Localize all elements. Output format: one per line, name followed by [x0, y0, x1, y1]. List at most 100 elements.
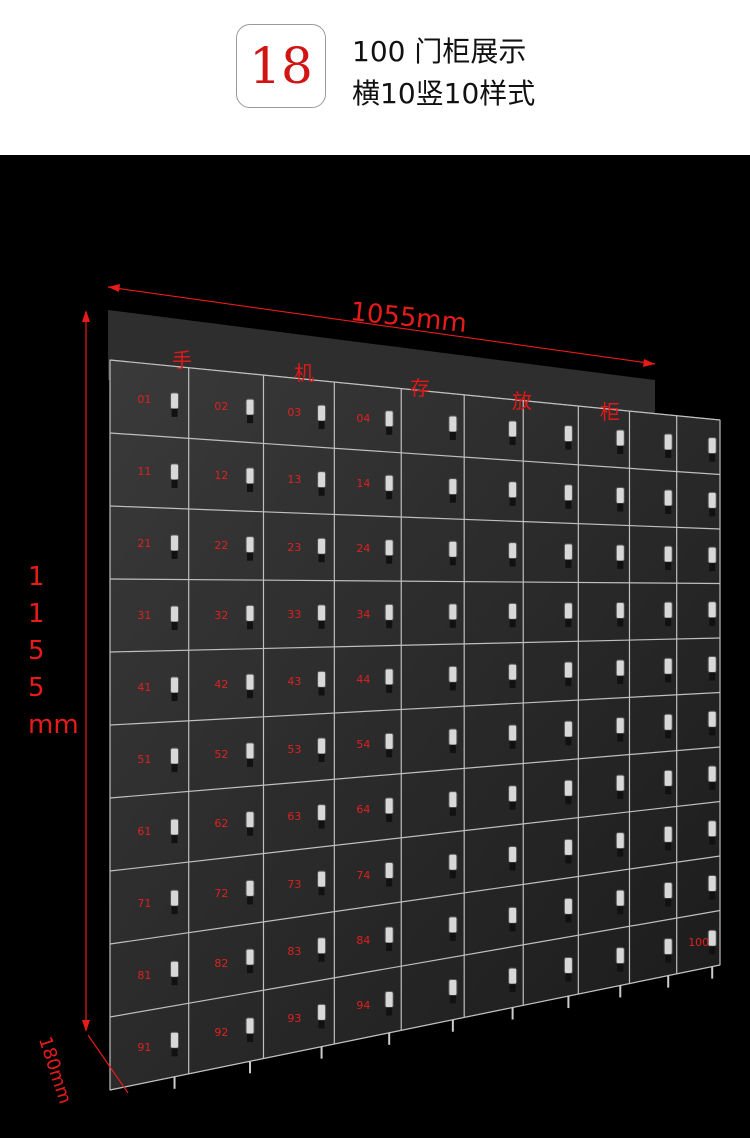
cell-number: 64: [356, 803, 371, 817]
lock-icon: [317, 471, 327, 489]
height-digit: 1: [28, 562, 45, 592]
lock-icon: [170, 818, 180, 836]
cell-number: 02: [214, 399, 229, 413]
key-icon: [386, 555, 393, 564]
cell-number: 52: [214, 747, 229, 761]
cell-number: 43: [287, 675, 302, 689]
lock-icon: [317, 1003, 327, 1021]
key-icon: [247, 690, 254, 699]
key-icon: [709, 891, 716, 900]
lock-icon: [384, 603, 394, 621]
lock-icon: [663, 657, 673, 675]
lock-icon: [170, 534, 180, 552]
key-icon: [709, 782, 716, 791]
key-icon: [565, 796, 572, 805]
key-icon: [449, 932, 456, 941]
cell-number: 23: [287, 540, 302, 554]
key-icon: [449, 807, 456, 816]
key-icon: [318, 687, 325, 696]
cell-number: 93: [287, 1012, 302, 1026]
lock-icon: [245, 398, 255, 416]
key-icon: [318, 953, 325, 962]
key-icon: [386, 813, 393, 822]
key-icon: [247, 896, 254, 905]
key-icon: [665, 618, 672, 627]
lock-icon: [663, 882, 673, 900]
key-icon: [318, 421, 325, 430]
lock-icon: [245, 673, 255, 691]
lock-icon: [707, 546, 717, 564]
lock-icon: [448, 853, 458, 871]
lock-icon: [384, 732, 394, 750]
key-icon: [617, 503, 624, 512]
key-icon: [449, 432, 456, 441]
key-icon: [247, 827, 254, 836]
lock-icon: [317, 537, 327, 555]
key-icon: [171, 621, 178, 630]
key-icon: [665, 730, 672, 739]
cell-number: 33: [287, 608, 302, 622]
key-icon: [565, 973, 572, 982]
lock-icon: [448, 916, 458, 934]
lock-icon: [245, 467, 255, 485]
key-icon: [617, 445, 624, 454]
locker-cabinet-illustration: [82, 284, 721, 1094]
cell-number: 22: [214, 539, 229, 553]
cell-number: 91: [137, 1040, 152, 1054]
lock-icon: [663, 601, 673, 619]
cell-number: 71: [137, 896, 152, 910]
key-icon: [386, 942, 393, 951]
key-icon: [386, 878, 393, 887]
lock-icon: [317, 404, 327, 422]
cell-number: 51: [137, 753, 152, 767]
key-icon: [509, 984, 516, 993]
lock-icon: [384, 926, 394, 944]
lock-icon: [707, 601, 717, 619]
lock-icon: [615, 717, 625, 735]
lock-icon: [448, 728, 458, 746]
lock-icon: [170, 392, 180, 410]
cell-number: 61: [137, 825, 152, 838]
cell-number: 72: [214, 886, 229, 900]
lock-icon: [508, 967, 518, 985]
lock-icon: [245, 604, 255, 622]
key-icon: [709, 727, 716, 736]
lock-icon: [707, 491, 717, 509]
key-icon: [565, 914, 572, 923]
cell-number: 01: [137, 393, 152, 407]
cell-number: 63: [287, 810, 302, 824]
key-icon: [665, 898, 672, 907]
key-icon: [665, 954, 672, 963]
key-icon: [709, 836, 716, 845]
lock-icon: [663, 769, 673, 787]
lock-icon: [563, 838, 573, 856]
key-icon: [509, 740, 516, 749]
lock-icon: [508, 785, 518, 803]
key-icon: [171, 408, 178, 417]
lock-icon: [663, 545, 673, 563]
lock-icon: [563, 897, 573, 915]
cell-number: 31: [137, 609, 152, 623]
cell-number: 53: [287, 742, 302, 756]
key-icon: [386, 1007, 393, 1016]
lock-icon: [615, 832, 625, 850]
height-arrow-bottom: [82, 1020, 90, 1032]
lock-icon: [384, 668, 394, 686]
lock-icon: [663, 433, 673, 451]
key-icon: [665, 506, 672, 515]
cell-number: 82: [214, 956, 229, 970]
key-icon: [386, 491, 393, 500]
cell-number: 14: [356, 476, 371, 490]
key-icon: [449, 745, 456, 754]
key-icon: [709, 563, 716, 572]
key-icon: [709, 617, 716, 626]
width-arrow-left: [108, 284, 120, 292]
lock-icon: [615, 602, 625, 620]
sign-char: 机: [294, 361, 314, 385]
lock-icon: [663, 489, 673, 507]
lock-icon: [384, 410, 394, 428]
lock-icon: [707, 710, 717, 728]
cell-number: 12: [214, 469, 229, 483]
key-icon: [449, 682, 456, 691]
key-icon: [247, 965, 254, 974]
